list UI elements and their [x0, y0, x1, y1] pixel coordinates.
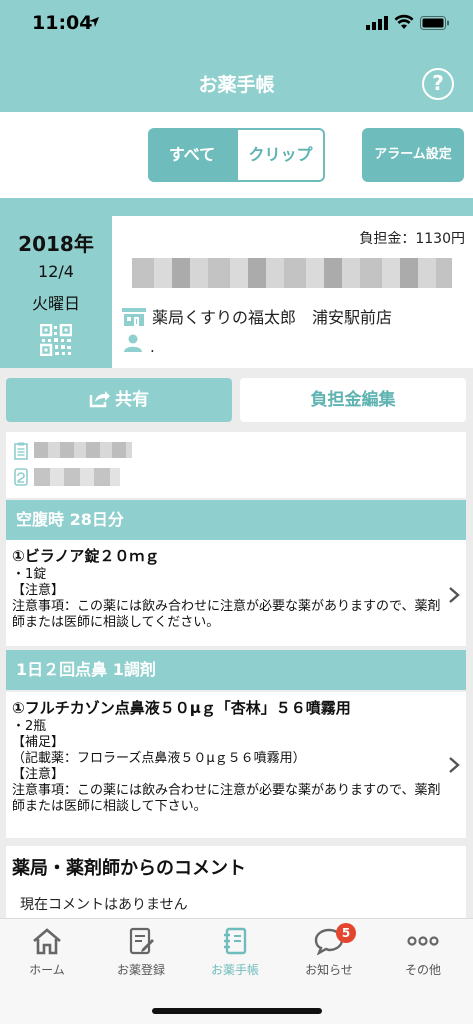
comment-title: 薬局・薬剤師からのコメント [12, 858, 246, 879]
prescription-item-1[interactable]: ①ビラノア錠２０ｍｇ ・1錠 【注意】 注意事項：この薬には飲み合わせに注意が必… [6, 540, 466, 646]
comment-body: 現在コメントはありません [20, 897, 188, 913]
edit-fee-button[interactable]: 負担金編集 [240, 378, 466, 422]
section-strip [0, 198, 473, 216]
drug-detail: 注意事項：この薬には飲み合わせに注意が必要な薬がありますので、薬剤師または医師に… [12, 783, 441, 814]
clipboard-icon [14, 442, 28, 460]
tab-label: ホーム [29, 963, 65, 977]
home-indicator[interactable] [152, 1008, 322, 1014]
alarm-settings-button[interactable]: アラーム設定 [362, 128, 464, 182]
filter-clip-tab[interactable]: クリップ [236, 128, 325, 182]
battery-icon [420, 16, 449, 30]
tab-notebook[interactable]: お薬手帳 [188, 927, 282, 978]
wifi-icon [394, 14, 414, 29]
pharmacy-name: 薬局くすりの福太郎 浦安駅前店 [152, 308, 393, 327]
tab-home[interactable]: ホーム [0, 927, 94, 978]
home-icon [33, 928, 61, 955]
redacted-text [34, 442, 132, 458]
tab-label: その他 [404, 963, 441, 977]
drug-detail: 【注意】 [12, 767, 65, 782]
share-label: 共有 [115, 390, 149, 410]
memo-card [6, 432, 466, 498]
hospital-icon [14, 468, 28, 486]
share-button[interactable]: 共有 [6, 378, 232, 422]
prescription-text: ①ビラノア錠２０ｍｇ ・1錠 【注意】 注意事項：この薬には飲み合わせに注意が必… [12, 548, 442, 631]
tab-label: お知らせ [305, 963, 353, 977]
share-icon [89, 391, 110, 408]
more-icon [407, 936, 439, 946]
tab-notifications[interactable]: 5 お知らせ [282, 923, 376, 978]
cellular-signal-icon [366, 16, 388, 30]
prescription-text: ①フルチカゾン点鼻液５０μｇ「杏林」５６噴霧用 ・2瓶 【補足】 （記載薬：フロ… [12, 700, 442, 815]
drug-name: ①フルチカゾン点鼻液５０μｇ「杏林」５６噴霧用 [12, 699, 351, 717]
drug-detail: 注意事項：この薬には飲み合わせに注意が必要な薬がありますので、薬剤師または医師に… [12, 599, 441, 630]
chevron-right-icon [449, 587, 460, 603]
page-title: お薬手帳 [198, 74, 275, 96]
fee-amount: 負担金：1130円 [359, 231, 465, 247]
help-button[interactable]: ? [422, 68, 454, 100]
drug-detail: ・1錠 [12, 567, 47, 582]
record-date-panel: 2018年 12/4 火曜日 [0, 216, 112, 368]
drug-detail: 【補足】 [12, 735, 65, 750]
drug-detail: ・2瓶 [12, 719, 47, 734]
tab-label: お薬登録 [116, 963, 165, 977]
notebook-icon [224, 927, 247, 955]
record-year: 2018年 [18, 232, 94, 256]
record-weekday: 火曜日 [31, 294, 80, 313]
qr-code-icon[interactable] [40, 324, 72, 356]
tab-register[interactable]: お薬登録 [94, 927, 188, 978]
pharmacy-icon [122, 308, 146, 326]
filter-all-tab[interactable]: すべて [148, 128, 236, 182]
location-arrow-icon [89, 17, 99, 27]
redacted-text [132, 258, 452, 288]
status-time: 11:04 [32, 12, 93, 34]
prescription-item-2[interactable]: ①フルチカゾン点鼻液５０μｇ「杏林」５６噴霧用 ・2瓶 【補足】 （記載薬：フロ… [6, 692, 466, 838]
drug-detail: （記載薬：フロラーズ点鼻液５０μｇ５６噴霧用） [12, 751, 306, 766]
record-info-panel: 負担金：1130円 薬局くすりの福太郎 浦安駅前店 . [112, 216, 473, 368]
pharmacist-name: . [150, 338, 155, 356]
dosage-header-2: 1日２回点鼻 1調剤 [6, 650, 466, 690]
notification-badge: 5 [336, 923, 356, 943]
app-header: 11:04 お薬手帳 ? [0, 0, 473, 112]
drug-name: ①ビラノア錠２０ｍｇ [12, 547, 160, 565]
tab-more[interactable]: その他 [376, 927, 470, 978]
status-bar: 11:04 [0, 0, 473, 48]
filter-bar: すべて クリップ アラーム設定 [0, 112, 473, 198]
redacted-text [34, 468, 120, 486]
pharmacist-comment-card: 薬局・薬剤師からのコメント 現在コメントはありません [6, 846, 466, 918]
record-month-day: 12/4 [38, 262, 74, 281]
register-icon [129, 927, 154, 955]
chevron-right-icon [449, 757, 460, 773]
pharmacist-icon [124, 334, 142, 352]
tab-label: お薬手帳 [210, 963, 259, 977]
drug-detail: 【注意】 [12, 583, 65, 598]
dosage-header-1: 空腹時 28日分 [6, 500, 466, 540]
